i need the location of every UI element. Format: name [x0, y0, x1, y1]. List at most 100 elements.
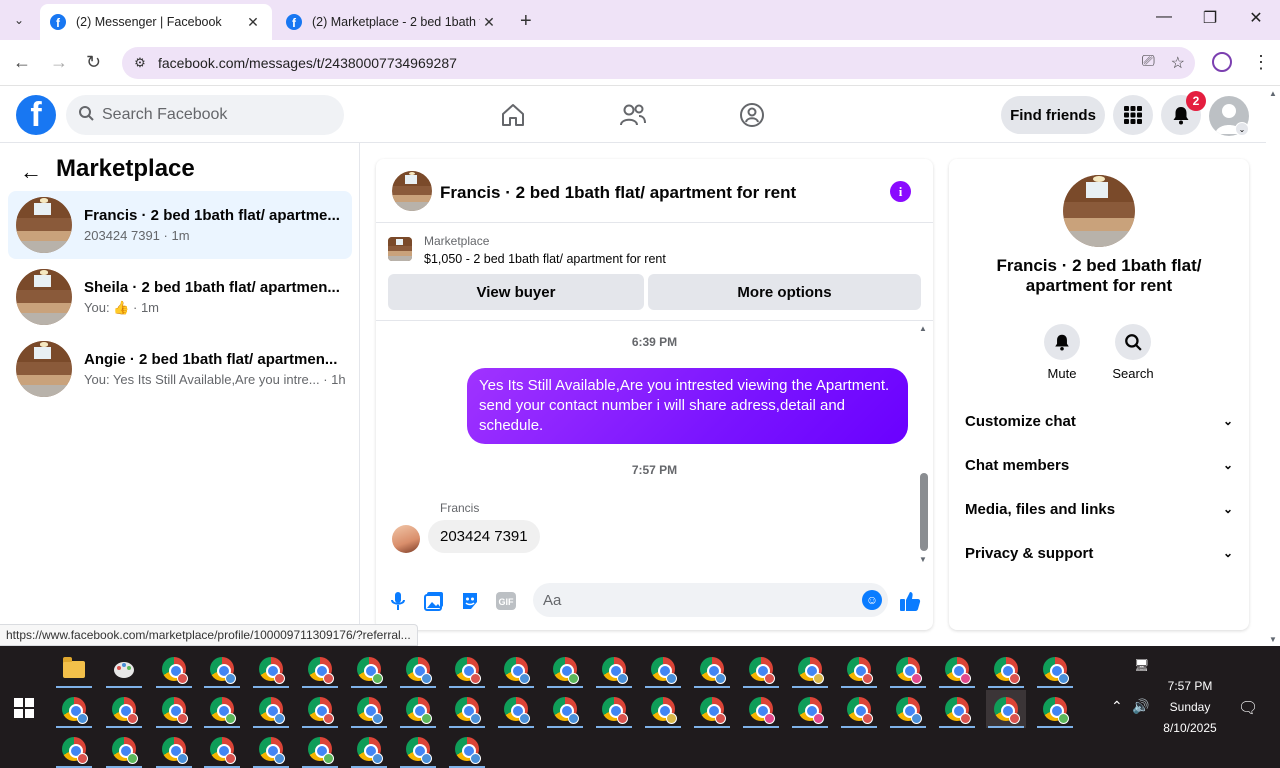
- outgoing-message[interactable]: Yes Its Still Available,Are you intreste…: [467, 368, 908, 444]
- chrome-window-icon[interactable]: [202, 650, 242, 688]
- chrome-window-icon[interactable]: [447, 730, 487, 768]
- scroll-down-arrow-icon[interactable]: ▼: [919, 555, 927, 564]
- close-tab-icon[interactable]: ✕: [480, 14, 498, 31]
- windows-start-icon[interactable]: [14, 698, 34, 718]
- listing-price-title[interactable]: $1,050 - 2 bed 1bath flat/ apartment for…: [424, 252, 666, 266]
- new-tab-button[interactable]: +: [520, 10, 532, 33]
- privacy-support-row[interactable]: Privacy & support ⌄: [965, 533, 1233, 573]
- chrome-window-icon[interactable]: [643, 690, 683, 728]
- tab-search-dropdown[interactable]: ⌄: [8, 9, 30, 31]
- info-icon[interactable]: i: [890, 181, 911, 202]
- url-text[interactable]: facebook.com/messages/t/2438000773496928…: [158, 55, 457, 71]
- chrome-window-icon[interactable]: [986, 650, 1026, 688]
- friends-icon[interactable]: [619, 101, 647, 129]
- chrome-window-icon[interactable]: [447, 650, 487, 688]
- chrome-window-icon[interactable]: [251, 730, 291, 768]
- chrome-window-icon[interactable]: [154, 730, 194, 768]
- chrome-window-icon[interactable]: [594, 690, 634, 728]
- browser-profile-icon[interactable]: [1212, 52, 1232, 72]
- view-buyer-button[interactable]: View buyer: [388, 274, 644, 310]
- thumbs-up-send-icon[interactable]: [899, 590, 921, 612]
- chrome-window-icon[interactable]: [54, 690, 94, 728]
- chrome-window-icon[interactable]: [741, 650, 781, 688]
- chrome-window-icon[interactable]: [1035, 690, 1075, 728]
- chrome-window-icon[interactable]: [300, 730, 340, 768]
- chrome-window-icon[interactable]: [104, 730, 144, 768]
- account-chevron-down-icon[interactable]: ⌄: [1235, 122, 1249, 136]
- chrome-window-icon[interactable]: [300, 650, 340, 688]
- groups-icon[interactable]: [738, 101, 766, 129]
- chrome-window-icon[interactable]: [594, 650, 634, 688]
- conversation-item[interactable]: Angie · 2 bed 1bath flat/ apartmen... Yo…: [8, 335, 352, 403]
- conversation-item[interactable]: Francis · 2 bed 1bath flat/ apartme... 2…: [8, 191, 352, 259]
- chrome-window-icon[interactable]: [398, 650, 438, 688]
- customize-chat-row[interactable]: Customize chat ⌄: [965, 401, 1233, 441]
- home-icon[interactable]: [499, 101, 527, 129]
- chrome-window-icon[interactable]: [349, 730, 389, 768]
- media-files-links-row[interactable]: Media, files and links ⌄: [965, 489, 1233, 529]
- listing-thumbnail[interactable]: [392, 171, 432, 211]
- facebook-search[interactable]: [66, 95, 344, 135]
- reload-button[interactable]: ↻: [86, 52, 101, 73]
- chrome-window-icon[interactable]: [888, 690, 928, 728]
- sender-avatar[interactable]: [392, 525, 420, 553]
- back-arrow-icon[interactable]: ←: [20, 159, 42, 185]
- chrome-window-icon[interactable]: [398, 690, 438, 728]
- paint-app-icon[interactable]: [104, 650, 144, 688]
- chat-scrollbar-thumb[interactable]: [920, 473, 928, 551]
- bookmark-star-icon[interactable]: ☆: [1171, 53, 1185, 73]
- facebook-logo-icon[interactable]: f: [16, 95, 56, 135]
- chrome-window-icon[interactable]: [545, 650, 585, 688]
- more-options-button[interactable]: More options: [648, 274, 921, 310]
- message-input[interactable]: [543, 591, 843, 609]
- chrome-window-icon[interactable]: [251, 650, 291, 688]
- listing-large-thumbnail[interactable]: [1063, 175, 1135, 247]
- chrome-window-icon[interactable]: [251, 690, 291, 728]
- network-icon[interactable]: 🖥: [1134, 658, 1149, 672]
- chrome-window-icon[interactable]: [202, 730, 242, 768]
- chrome-window-icon[interactable]: [790, 650, 830, 688]
- action-center-icon[interactable]: 🗨: [1238, 698, 1258, 718]
- chrome-window-icon[interactable]: [790, 690, 830, 728]
- chrome-window-icon[interactable]: [300, 690, 340, 728]
- emoji-icon[interactable]: ☺: [862, 590, 882, 610]
- message-input-box[interactable]: ☺: [533, 583, 888, 617]
- conversation-item[interactable]: Sheila · 2 bed 1bath flat/ apartmen... Y…: [8, 263, 352, 331]
- file-explorer-icon[interactable]: [54, 650, 94, 688]
- chrome-window-icon[interactable]: [447, 690, 487, 728]
- chrome-window-icon[interactable]: [888, 650, 928, 688]
- chrome-window-icon[interactable]: [741, 690, 781, 728]
- volume-icon[interactable]: 🔊: [1132, 698, 1149, 715]
- omnibox[interactable]: ⚙ facebook.com/messages/t/24380007734969…: [122, 47, 1195, 79]
- chrome-window-icon[interactable]: [349, 690, 389, 728]
- browser-menu-icon[interactable]: ⋮: [1252, 52, 1270, 73]
- scroll-up-arrow-icon[interactable]: ▲: [919, 324, 927, 333]
- chrome-window-icon[interactable]: [692, 690, 732, 728]
- scroll-up-arrow-icon[interactable]: ▲: [1269, 89, 1277, 98]
- close-window-button[interactable]: ✕: [1233, 8, 1279, 28]
- gif-icon[interactable]: GIF: [495, 590, 517, 612]
- microphone-icon[interactable]: [387, 590, 409, 612]
- forward-button[interactable]: →: [50, 52, 68, 73]
- sticker-icon[interactable]: [459, 590, 481, 612]
- scroll-down-arrow-icon[interactable]: ▼: [1269, 635, 1277, 644]
- back-button[interactable]: ←: [13, 52, 31, 73]
- chrome-window-icon[interactable]: [202, 690, 242, 728]
- page-scrollbar[interactable]: ▲ ▼: [1266, 87, 1280, 646]
- chat-members-row[interactable]: Chat members ⌄: [965, 445, 1233, 485]
- chrome-window-icon[interactable]: [349, 650, 389, 688]
- chrome-window-icon[interactable]: [54, 730, 94, 768]
- tab-messenger[interactable]: f (2) Messenger | Facebook ✕: [40, 4, 272, 40]
- chrome-window-icon[interactable]: [839, 650, 879, 688]
- chrome-window-icon[interactable]: [398, 730, 438, 768]
- chrome-window-icon[interactable]: [839, 690, 879, 728]
- search-in-conversation-button[interactable]: Search: [1103, 324, 1163, 381]
- install-app-icon[interactable]: ⎚: [1142, 53, 1155, 73]
- find-friends-button[interactable]: Find friends: [1001, 96, 1105, 134]
- photo-icon[interactable]: [423, 590, 445, 612]
- site-settings-icon[interactable]: ⚙: [122, 55, 158, 71]
- mute-button[interactable]: Mute: [1032, 324, 1092, 381]
- search-input[interactable]: [102, 106, 302, 124]
- minimize-button[interactable]: —: [1141, 8, 1187, 26]
- chrome-window-icon[interactable]: [496, 650, 536, 688]
